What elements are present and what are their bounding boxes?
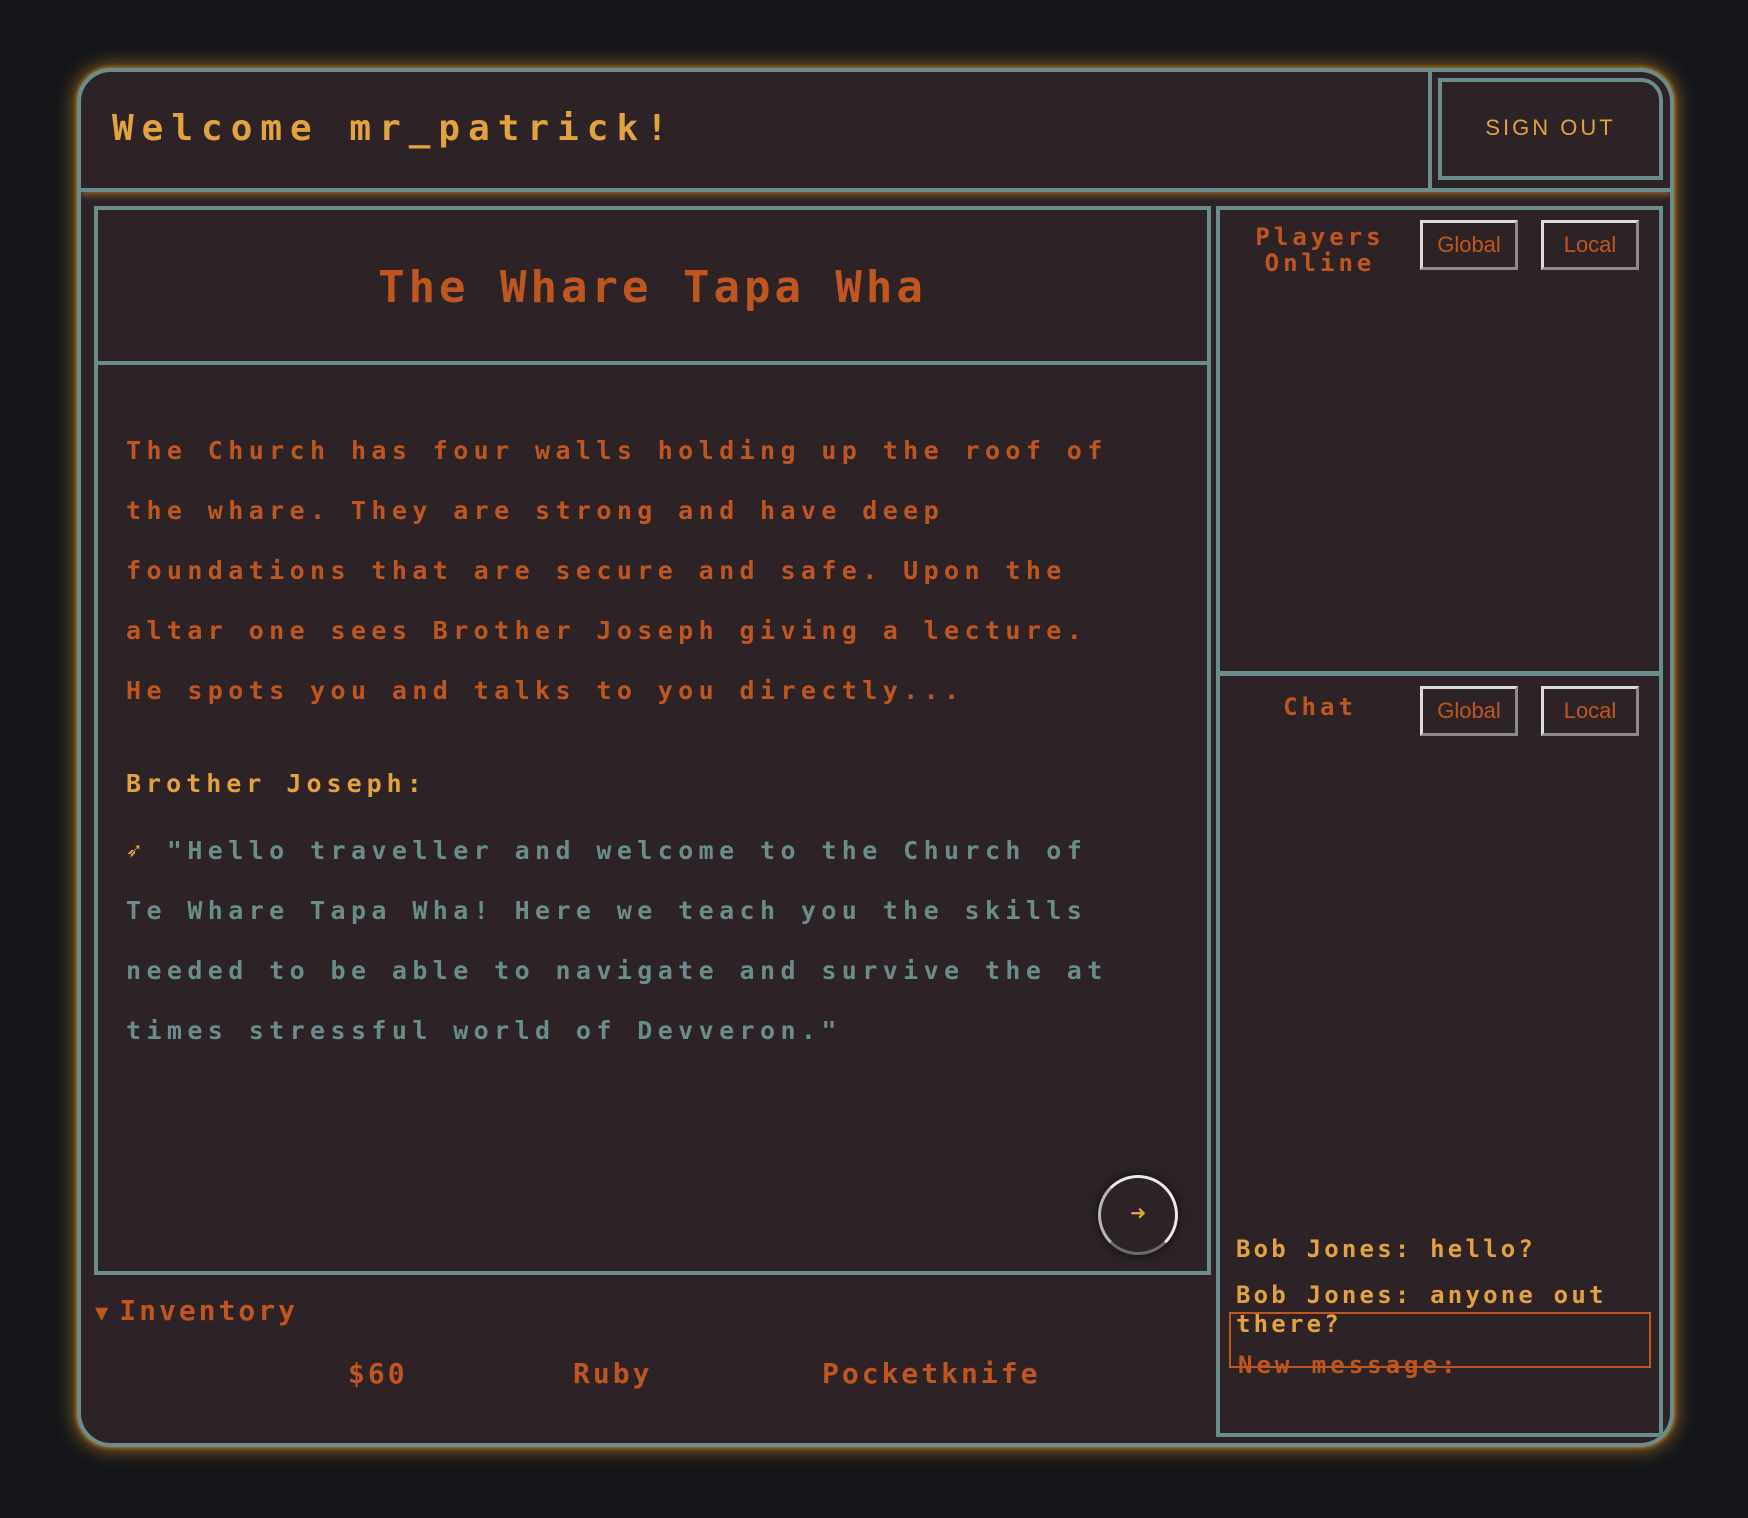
dialogue-quote: "Hello traveller and welcome to the Chur…	[126, 836, 1108, 1045]
players-title-line1: Players	[1255, 223, 1385, 251]
narration-text: The Church has four walls holding up the…	[126, 436, 1108, 705]
players-title-line2: Online	[1264, 249, 1376, 277]
inventory-item-money: $60	[348, 1357, 408, 1390]
chat-local-button[interactable]: Local	[1541, 686, 1639, 736]
dialogue-text: ➶ "Hello traveller and welcome to the Ch…	[126, 821, 1146, 1061]
players-global-button[interactable]: Global	[1420, 220, 1518, 270]
players-local-button[interactable]: Local	[1541, 220, 1639, 270]
signout-container: SIGN OUT	[1428, 72, 1670, 188]
triangle-down-icon: ▼	[95, 1301, 112, 1326]
welcome-message: Welcome mr_patrick!	[112, 108, 676, 149]
next-arrow-button[interactable]: ➜	[1098, 1175, 1178, 1255]
players-online-panel: Players Online Global Local	[1220, 210, 1659, 676]
speaker-name: Brother Joseph:	[126, 769, 427, 798]
inventory-item-pocketknife: Pocketknife	[822, 1357, 1041, 1390]
sign-out-button[interactable]: SIGN OUT	[1438, 78, 1663, 180]
inventory-toggle[interactable]: ▼ Inventory	[95, 1294, 298, 1327]
story-panel: The Church has four walls holding up the…	[94, 361, 1211, 1275]
new-message-input[interactable]	[1229, 1312, 1651, 1368]
location-title: The Whare Tapa Wha	[378, 262, 927, 313]
location-title-panel: The Whare Tapa Wha	[94, 206, 1211, 365]
game-window: Welcome mr_patrick! SIGN OUT The Whare T…	[77, 68, 1674, 1447]
inventory-label: Inventory	[119, 1294, 298, 1327]
header-bar: Welcome mr_patrick! SIGN OUT	[81, 72, 1670, 192]
sidebar: Players Online Global Local Chat Global …	[1216, 206, 1663, 1437]
players-online-title: Players Online	[1250, 224, 1390, 276]
inventory-item-ruby: Ruby	[573, 1357, 653, 1390]
chat-global-button[interactable]: Global	[1420, 686, 1518, 736]
chat-message: Bob Jones: hello?	[1236, 1235, 1537, 1263]
dialogue-arrow-icon: ➶	[126, 836, 147, 865]
arrow-right-icon: ➜	[1130, 1199, 1146, 1229]
chat-title: Chat	[1283, 693, 1357, 721]
